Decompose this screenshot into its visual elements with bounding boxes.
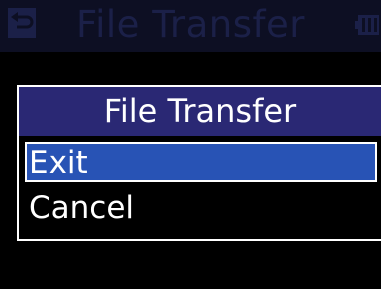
page-title: File Transfer [76,3,305,46]
cancel-option[interactable]: Cancel [25,189,381,229]
title-bar: File Transfer [0,0,381,52]
battery-icon [355,15,379,35]
device-screen: File Transfer File Transfer Exit Cancel [0,0,381,289]
exit-option[interactable]: Exit [25,142,377,182]
dialog-title: File Transfer [103,92,297,130]
file-transfer-dialog: File Transfer Exit Cancel [17,85,381,241]
dialog-header: File Transfer [19,87,381,136]
